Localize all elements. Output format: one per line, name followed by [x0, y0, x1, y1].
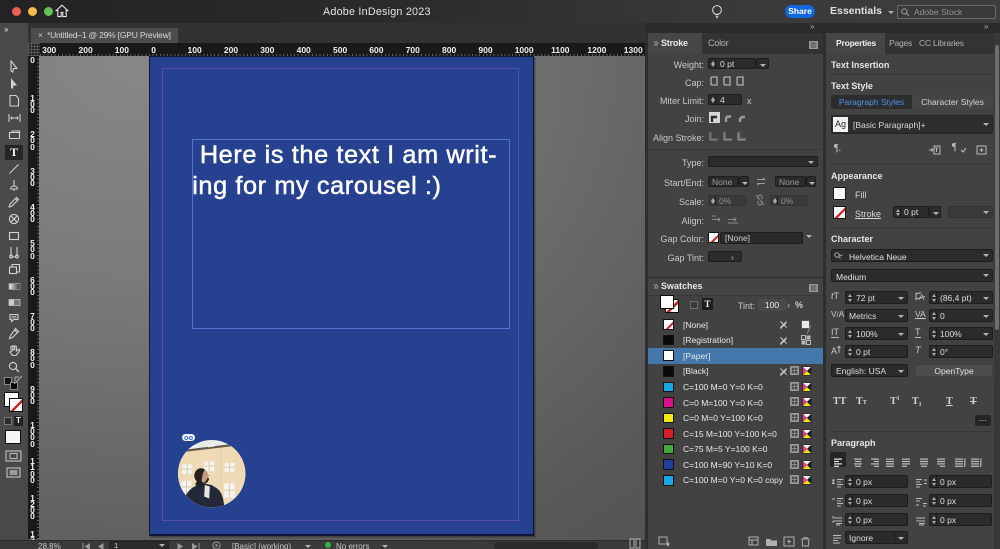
svg-text:A: A: [919, 293, 925, 302]
